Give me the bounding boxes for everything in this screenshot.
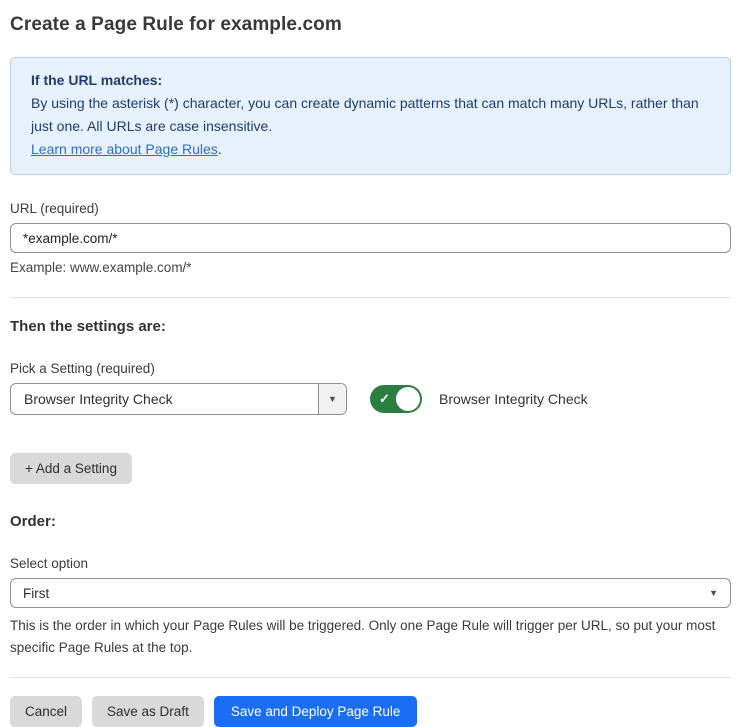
toggle-label: Browser Integrity Check: [439, 391, 588, 407]
order-select[interactable]: First ▼: [10, 578, 731, 608]
section-divider-bottom: [10, 677, 731, 678]
setting-row: Browser Integrity Check ▼ ✓ Browser Inte…: [10, 383, 731, 415]
footer-actions: Cancel Save as Draft Save and Deploy Pag…: [10, 696, 731, 727]
save-as-draft-button[interactable]: Save as Draft: [92, 696, 204, 727]
url-input[interactable]: [10, 223, 731, 253]
learn-more-link[interactable]: Learn more about Page Rules: [31, 141, 218, 157]
caret-down-icon: ▼: [709, 589, 718, 598]
save-and-deploy-button[interactable]: Save and Deploy Page Rule: [214, 696, 418, 727]
caret-down-icon: ▼: [328, 395, 337, 404]
info-box-body: By using the asterisk (*) character, you…: [31, 92, 710, 138]
setting-dropdown-arrow-button[interactable]: ▼: [318, 384, 346, 414]
link-period: .: [218, 141, 222, 157]
order-select-value: First: [23, 586, 49, 601]
info-box-heading: If the URL matches:: [31, 69, 710, 92]
select-option-label: Select option: [10, 556, 731, 571]
browser-integrity-toggle[interactable]: ✓: [370, 385, 422, 413]
setting-dropdown-value: Browser Integrity Check: [11, 384, 318, 414]
url-example-helper: Example: www.example.com/*: [10, 260, 731, 275]
add-setting-button[interactable]: + Add a Setting: [10, 453, 132, 484]
toggle-knob: [396, 387, 420, 411]
pick-setting-label: Pick a Setting (required): [10, 361, 731, 376]
page-title: Create a Page Rule for example.com: [10, 14, 731, 36]
order-helper-text: This is the order in which your Page Rul…: [10, 615, 731, 659]
create-page-rule-panel: Create a Page Rule for example.com If th…: [0, 0, 750, 720]
cancel-button[interactable]: Cancel: [10, 696, 82, 727]
settings-section-heading: Then the settings are:: [10, 318, 731, 335]
info-box-link-line: Learn more about Page Rules.: [31, 138, 710, 161]
setting-dropdown[interactable]: Browser Integrity Check ▼: [10, 383, 347, 415]
url-match-info-box: If the URL matches: By using the asteris…: [10, 57, 731, 175]
checkmark-icon: ✓: [379, 391, 390, 407]
url-field-label: URL (required): [10, 201, 731, 216]
section-divider-top: [10, 297, 731, 298]
order-section-heading: Order:: [10, 513, 731, 530]
